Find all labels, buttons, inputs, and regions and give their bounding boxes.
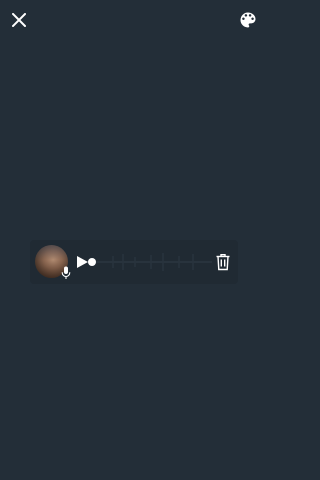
- palette-button[interactable]: [237, 9, 259, 31]
- play-button[interactable]: [75, 255, 89, 269]
- palette-icon: [240, 12, 256, 28]
- play-icon: [77, 256, 88, 268]
- close-button[interactable]: [8, 9, 30, 31]
- playback-progress-track[interactable]: [88, 258, 212, 266]
- voice-message-preview-screen: [0, 0, 270, 480]
- trash-icon: [216, 254, 230, 271]
- voice-message-card: [30, 240, 238, 284]
- close-icon: [12, 13, 26, 27]
- delete-button[interactable]: [215, 253, 231, 271]
- mic-icon: [61, 266, 71, 279]
- playback-scrubber-knob[interactable]: [88, 258, 96, 266]
